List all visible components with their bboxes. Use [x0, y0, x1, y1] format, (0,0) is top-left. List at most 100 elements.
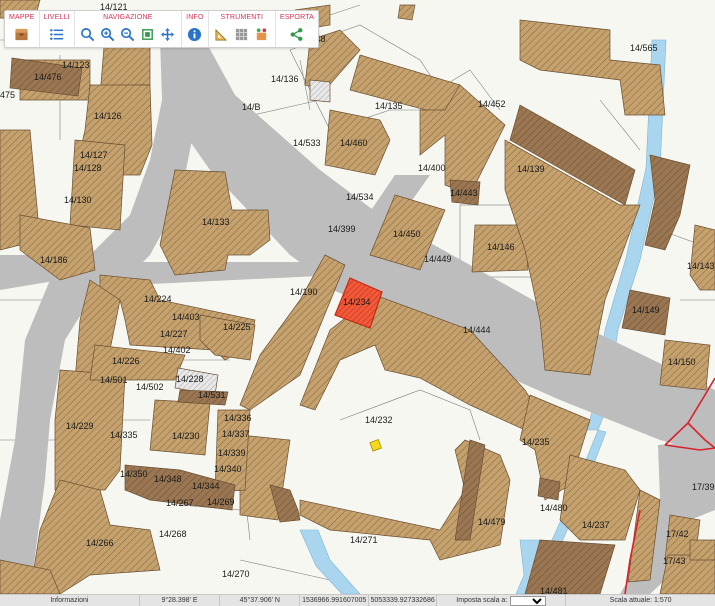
info-button[interactable]: [186, 25, 204, 43]
x-coordinate-readout: 1536966.991607005: [300, 595, 369, 606]
paint-shapes-icon: [257, 27, 267, 40]
label-14-143: 14/143: [687, 261, 715, 271]
label-14-235: 14/235: [522, 437, 550, 447]
label-14-130: 14/130: [64, 195, 92, 205]
layers-button[interactable]: [48, 25, 66, 43]
magnifier-icon: [81, 27, 95, 41]
label-14-335: 14/335: [110, 430, 138, 440]
toolbar-group-info: INFO: [182, 11, 209, 47]
zoom-out-button[interactable]: [119, 25, 137, 43]
zoom-extent-button[interactable]: [139, 25, 157, 43]
label-14-225: 14/225: [223, 322, 251, 332]
label-14-450: 14/450: [393, 229, 421, 239]
info-icon: [188, 27, 202, 41]
label-14-133: 14/133: [202, 217, 230, 227]
y-coordinate-value: 5053339.927332686: [370, 597, 435, 604]
zoom-in-icon: [101, 27, 115, 41]
label-14-B: 14/B: [242, 102, 261, 112]
label-14-339: 14/339: [218, 448, 246, 458]
label-14-146: 14/146: [487, 242, 515, 252]
label-14-533: 14/533: [293, 138, 321, 148]
layer-list-icon: [50, 28, 64, 40]
label-14-565: 14/565: [630, 43, 658, 53]
label-14-534: 14/534: [346, 192, 374, 202]
toolbar-group-info-label: INFO: [186, 14, 204, 21]
label-14-340: 14/340: [214, 464, 242, 474]
pan-button[interactable]: [159, 25, 177, 43]
label-14-400: 14/400: [418, 163, 446, 173]
label-14-126: 14/126: [94, 111, 122, 121]
label-14-501: 14/501: [100, 375, 128, 385]
toolbar-group-layers-label: LIVELLI: [43, 14, 70, 21]
label-14-227: 14/227: [160, 329, 188, 339]
maps-button[interactable]: [13, 25, 31, 43]
label-14-350: 14/350: [120, 469, 148, 479]
label-14-476: 14/476: [34, 72, 62, 82]
label-14-135: 14/135: [375, 101, 403, 111]
label-14-481: 14/481: [540, 586, 568, 594]
label-14-139: 14/139: [517, 164, 545, 174]
latitude-readout: 45°37.906' N: [220, 595, 301, 606]
label-14-337: 14/337: [222, 429, 250, 439]
current-scale-readout: Scala attuale: 1:570: [566, 595, 715, 606]
label-14-502: 14/502: [136, 382, 164, 392]
scale-select[interactable]: [510, 595, 547, 606]
share-icon: [291, 27, 303, 41]
scale-setter: Imposta scala a:: [437, 595, 567, 606]
label-14-270: 14/270: [222, 569, 250, 579]
label-14-127: 14/127: [80, 150, 108, 160]
status-bar: Informazioni 9°28.398' E 45°37.906' N 15…: [0, 594, 715, 606]
label-14-237: 14/237: [582, 520, 610, 530]
info-status-cell[interactable]: Informazioni: [0, 595, 140, 606]
label-17-39: 17/39: [692, 482, 715, 492]
longitude-readout: 9°28.398' E: [140, 595, 221, 606]
latitude-value: 45°37.906' N: [239, 597, 280, 604]
label-14-228: 14/228: [176, 374, 204, 384]
toolbar-group-maps: MAPPE: [5, 11, 40, 47]
label-14-403: 14/403: [172, 312, 200, 322]
longitude-value: 9°28.398' E: [161, 597, 198, 604]
label-14-460: 14/460: [340, 138, 368, 148]
info-status-label: Informazioni: [50, 597, 89, 604]
measure-button[interactable]: [213, 25, 231, 43]
label-14-128: 14/128: [74, 163, 102, 173]
toolbar-group-export-label: ESPORTA: [279, 14, 315, 21]
label-14-344: 14/344: [192, 481, 220, 491]
zoom-out-icon: [121, 27, 135, 41]
full-extent-icon: [142, 28, 154, 40]
label-475: 475: [0, 90, 15, 100]
toolbar-group-layers: LIVELLI: [40, 11, 75, 47]
y-coordinate-readout: 5053339.927332686: [369, 595, 438, 606]
label-14-399: 14/399: [328, 224, 356, 234]
toolbar-group-tools-label: STRUMENTI: [220, 14, 264, 21]
cadastral-map[interactable]: 14/121 14/123 14/476 475 14/126 14/127 1…: [0, 0, 715, 594]
label-14-452: 14/452: [478, 99, 506, 109]
label-14-149: 14/149: [632, 305, 660, 315]
share-button[interactable]: [288, 25, 306, 43]
label-14-268: 14/268: [159, 529, 187, 539]
label-14-266: 14/266: [86, 538, 114, 548]
label-14-402: 14/402: [163, 345, 191, 355]
zoom-search-button[interactable]: [79, 25, 97, 43]
label-17-42: 17/42: [666, 529, 689, 539]
label-14-479: 14/479: [478, 517, 506, 527]
draw-button[interactable]: [253, 25, 271, 43]
zoom-in-button[interactable]: [99, 25, 117, 43]
grid-table-icon: [236, 28, 248, 40]
pan-arrows-icon: [161, 27, 175, 41]
print-button[interactable]: [233, 25, 251, 43]
label-14-444: 14/444: [463, 325, 491, 335]
label-14-336: 14/336: [224, 413, 252, 423]
label-14-229: 14/229: [66, 421, 94, 431]
label-14-232: 14/232: [365, 415, 393, 425]
label-14-443: 14/443: [450, 188, 478, 198]
toolbar-group-maps-label: MAPPE: [9, 14, 35, 21]
map-toolbar: MAPPE LIVELLI NAVIGAZIONE INFO STRUMENTI…: [4, 10, 320, 48]
label-17-43: 17/43: [663, 556, 686, 566]
label-14-230: 14/230: [172, 431, 200, 441]
label-14-150: 14/150: [668, 357, 696, 367]
label-14-267: 14/267: [166, 498, 194, 508]
toolbar-group-navigation: NAVIGAZIONE: [75, 11, 182, 47]
label-14-269: 14/269: [207, 497, 235, 507]
toolbar-group-navigation-label: NAVIGAZIONE: [103, 14, 153, 21]
